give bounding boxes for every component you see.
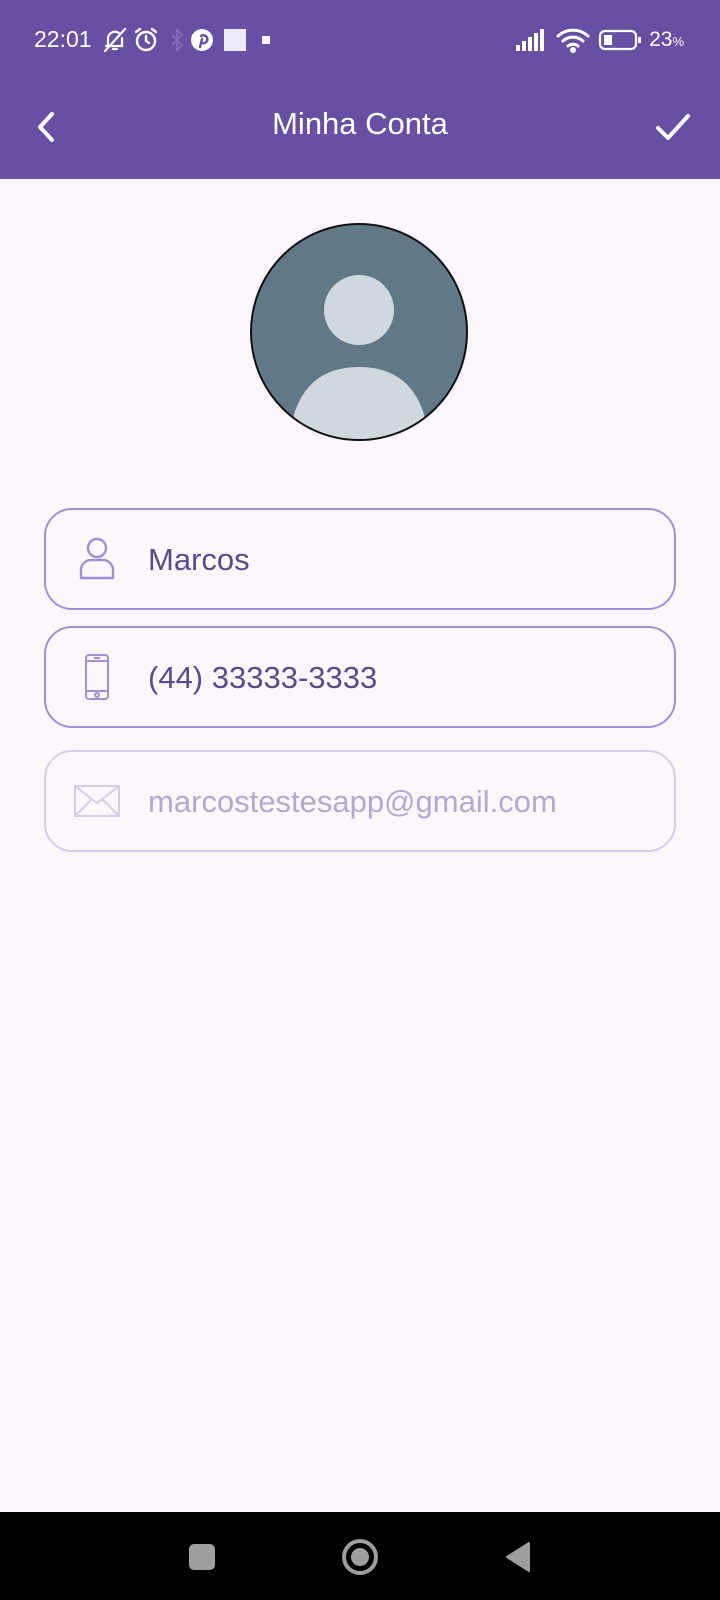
signal-icon bbox=[516, 26, 548, 54]
system-navigation-bar bbox=[0, 1512, 720, 1600]
app-bar: 22:01 23% Minha Conta bbox=[0, 0, 720, 179]
wifi-icon bbox=[556, 26, 590, 54]
bell-off-icon bbox=[102, 26, 128, 54]
battery-percentage: 23% bbox=[649, 28, 684, 51]
name-value: Marcos bbox=[148, 542, 250, 577]
status-bar: 22:01 23% bbox=[0, 0, 720, 84]
email-value: marcostestesapp@gmail.com bbox=[148, 784, 557, 819]
status-time: 22:01 bbox=[34, 26, 92, 52]
triangle-back-icon bbox=[506, 1542, 530, 1572]
back-nav-button[interactable] bbox=[493, 1532, 543, 1582]
email-field: marcostestesapp@gmail.com bbox=[44, 750, 676, 852]
home-button[interactable] bbox=[335, 1532, 385, 1582]
mail-icon bbox=[72, 776, 122, 826]
bluetooth-icon bbox=[168, 26, 186, 54]
recents-button[interactable] bbox=[177, 1532, 227, 1582]
circle-icon bbox=[342, 1539, 378, 1575]
avatar-placeholder-icon bbox=[289, 275, 429, 439]
alarm-icon bbox=[132, 26, 160, 54]
page-title: Minha Conta bbox=[272, 106, 448, 141]
toolbar: Minha Conta bbox=[0, 84, 720, 179]
smartphone-icon bbox=[72, 652, 122, 702]
save-button[interactable] bbox=[648, 102, 698, 152]
check-icon bbox=[656, 114, 690, 140]
phone-field[interactable]: (44) 33333-3333 bbox=[44, 626, 676, 728]
profile-avatar[interactable] bbox=[250, 223, 468, 441]
square-icon bbox=[189, 1544, 215, 1570]
notification-square-icon bbox=[222, 26, 248, 54]
name-field[interactable]: Marcos bbox=[44, 508, 676, 610]
pinterest-icon bbox=[189, 26, 215, 54]
user-icon bbox=[72, 534, 122, 584]
phone-value: (44) 33333-3333 bbox=[148, 660, 378, 695]
battery-icon bbox=[598, 26, 642, 54]
dot-icon bbox=[260, 26, 272, 54]
